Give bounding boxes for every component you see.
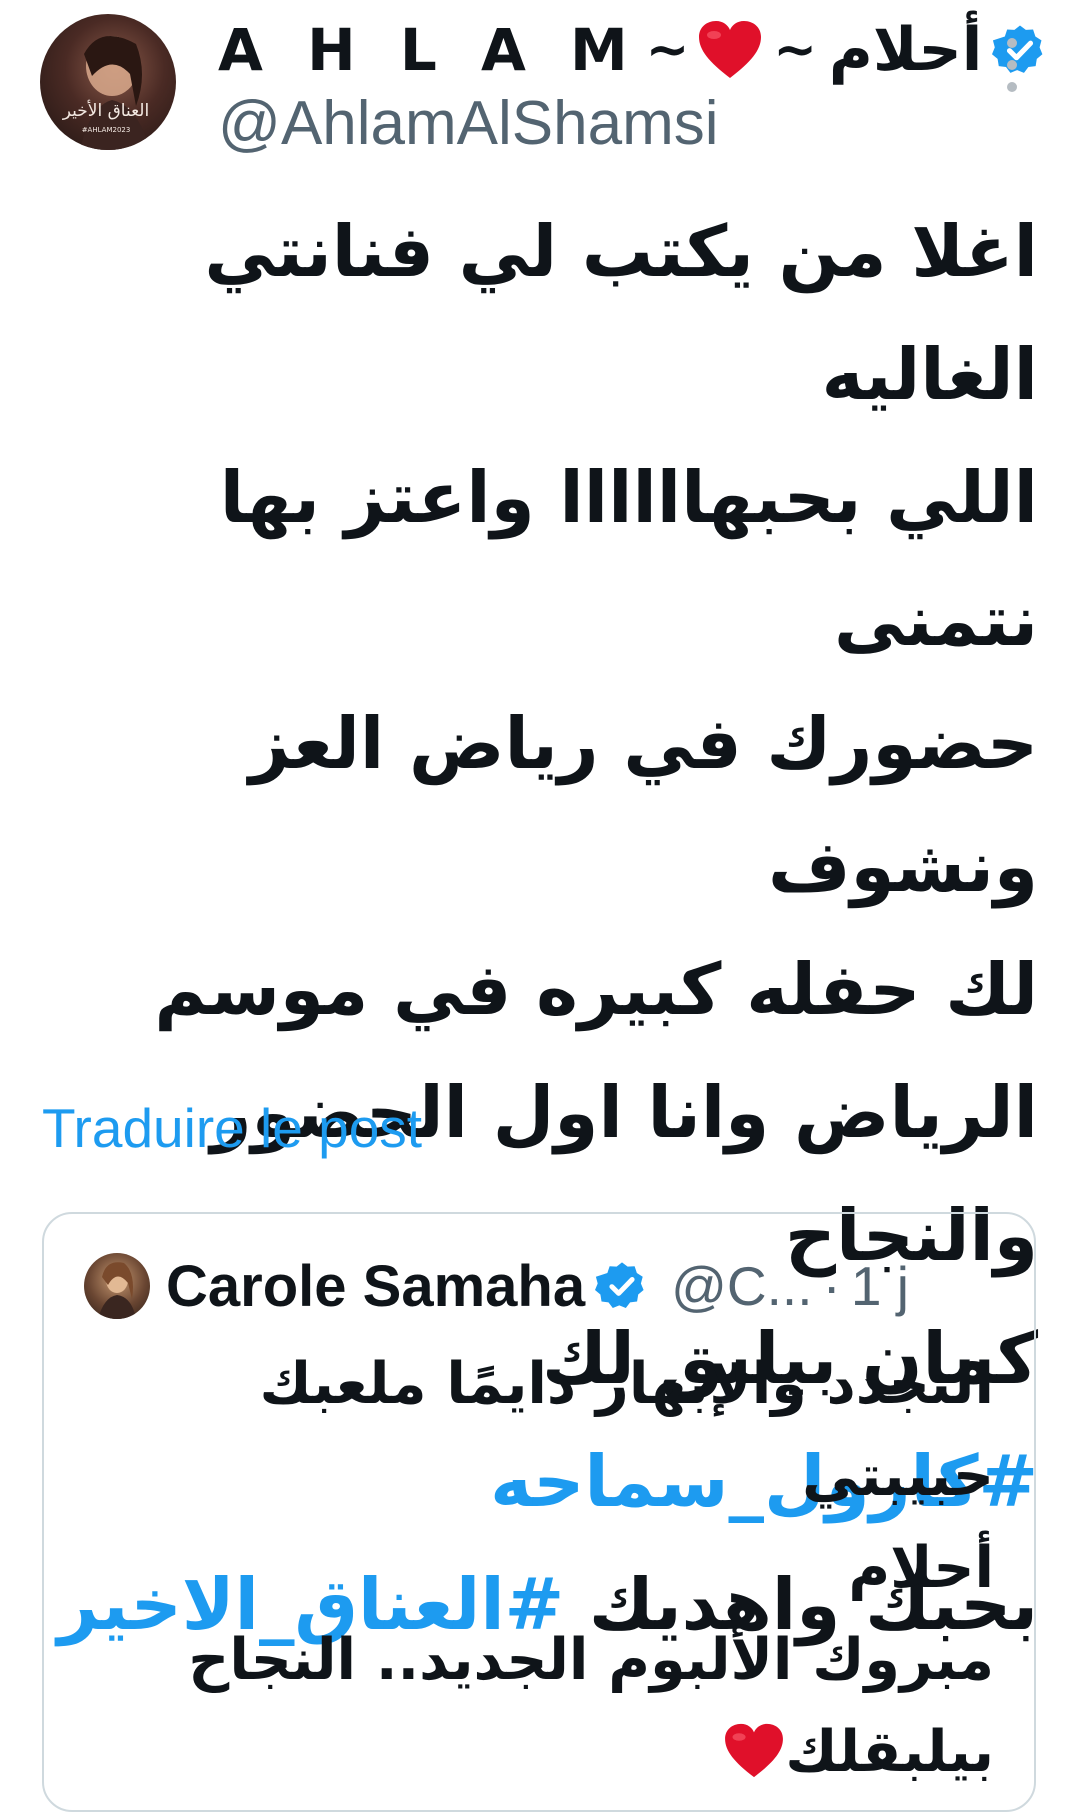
red-heart-icon (723, 1714, 785, 1806)
quoted-line: بيلبقلك (84, 1706, 994, 1806)
verified-badge-icon (595, 1259, 649, 1313)
display-name-latin: A H L A M (218, 16, 640, 84)
more-dot (1007, 60, 1017, 70)
tweet-line: لك حفله كبيره في موسم (154, 948, 1038, 1031)
more-dot (1007, 38, 1017, 48)
avatar-subcaption: #AHLAM2023 (82, 126, 131, 134)
more-dot (1007, 82, 1017, 92)
red-heart-icon (697, 20, 763, 80)
quoted-avatar-image (98, 1262, 136, 1319)
author-avatar[interactable]: العناق الأخير #AHLAM2023 (40, 14, 176, 150)
quoted-timestamp[interactable]: 1 j (851, 1254, 909, 1318)
translate-post-link[interactable]: Traduire le post (42, 1096, 422, 1160)
quoted-author-name[interactable]: Carole Samaha (166, 1253, 585, 1320)
author-avatar-image: العناق الأخير #AHLAM2023 (62, 36, 150, 150)
quoted-line: أحلام (848, 1535, 994, 1601)
quoted-line-text: بيلبقلك (785, 1719, 994, 1785)
display-name-arabic: أحلام (828, 15, 983, 85)
display-name-separator-right: ~ (773, 20, 817, 80)
quoted-author-handle[interactable]: @C... (671, 1254, 812, 1318)
author-handle[interactable]: @AhlamAlShamsi (218, 88, 719, 159)
quoted-line: التجدد والإبهار دايمًا ملعبك حبيبتي (259, 1351, 994, 1509)
quoted-tweet-card[interactable]: Carole Samaha @C... · 1 j التجدد والإبها… (42, 1212, 1036, 1812)
quoted-tweet-header: Carole Samaha @C... · 1 j (84, 1246, 909, 1326)
quoted-tweet-body: التجدد والإبهار دايمًا ملعبك حبيبتي أحلا… (84, 1338, 994, 1806)
quoted-separator: · (822, 1255, 841, 1317)
avatar-caption: العناق الأخير (62, 100, 149, 121)
author-display-name[interactable]: A H L A M ~ ~ أحلام (218, 10, 1048, 90)
tweet-line: حضورك في رياض العز ونشوف (248, 702, 1038, 908)
more-vertical-icon[interactable] (996, 38, 1028, 92)
tweet-header: العناق الأخير #AHLAM2023 A H L A M ~ ~ أ… (0, 0, 1080, 165)
quoted-line: مبروك الألبوم الجديد.. النجاح (188, 1627, 994, 1693)
display-name-separator-left: ~ (645, 20, 690, 80)
tweet-line: اللي بحبهاااااا واعتز بها نتمنى (219, 456, 1038, 662)
quoted-author-avatar[interactable] (84, 1253, 150, 1319)
tweet-line: اغلا من يكتب لي فنانتي الغاليه (204, 210, 1038, 416)
